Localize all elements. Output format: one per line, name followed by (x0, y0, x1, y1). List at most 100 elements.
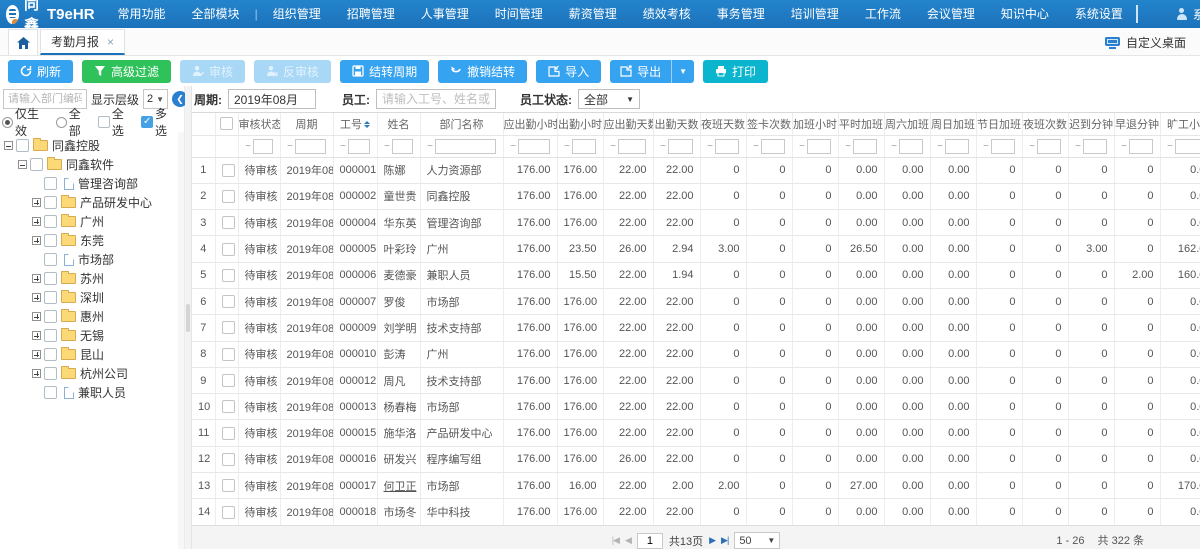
column-filter-input[interactable] (348, 139, 370, 154)
checkbox-icon[interactable] (222, 427, 235, 440)
checkbox-icon[interactable] (222, 400, 235, 413)
menu-item-10[interactable]: 工作流 (852, 0, 914, 28)
page-size-select[interactable]: 50 ▼ (734, 532, 780, 549)
menu-item-13[interactable]: 系统设置 (1062, 0, 1136, 28)
column-header-6[interactable]: 出勤小时 (557, 113, 603, 135)
column-filter-input[interactable] (1037, 139, 1061, 154)
carryover-period-button[interactable]: 结转周期 (340, 60, 429, 83)
table-row[interactable]: 8待审核2019年08月000010彭涛广州176.00176.0022.002… (192, 341, 1200, 367)
sidebar-splitter[interactable] (185, 86, 192, 549)
column-filter-input[interactable] (253, 139, 273, 154)
menu-item-0[interactable]: 常用功能 (105, 0, 179, 28)
page-number-input[interactable] (637, 533, 663, 549)
collapse-icon[interactable] (4, 141, 13, 150)
row-select-cell[interactable] (215, 367, 238, 393)
row-select-cell[interactable] (215, 341, 238, 367)
tab-attendance-monthly-report[interactable]: 考勤月报 × (40, 29, 125, 55)
tree-node-10[interactable]: 无锡 (0, 326, 184, 345)
checkbox-icon[interactable] (44, 291, 57, 304)
column-header-15[interactable]: 节日加班 (976, 113, 1022, 135)
checkbox-icon[interactable] (222, 190, 235, 203)
column-header-0[interactable]: 审核状态 (238, 113, 280, 135)
checkbox-icon[interactable] (222, 243, 235, 256)
period-input[interactable] (228, 89, 316, 109)
column-filter-input[interactable] (668, 139, 693, 154)
collapse-icon[interactable] (18, 160, 27, 169)
expand-icon[interactable] (32, 331, 41, 340)
menu-item-1[interactable]: 全部模块 (179, 0, 253, 28)
checkbox-icon[interactable] (222, 269, 235, 282)
column-filter-input[interactable] (435, 139, 496, 154)
table-row[interactable]: 6待审核2019年08月000007罗俊市场部176.00176.0022.00… (192, 288, 1200, 314)
column-filter-input[interactable] (899, 139, 923, 154)
tree-node-6[interactable]: 市场部 (0, 250, 184, 269)
advanced-filter-button[interactable]: 高级过滤 (82, 60, 171, 83)
close-icon[interactable]: × (107, 35, 114, 49)
expand-icon[interactable] (32, 217, 41, 226)
column-header-19[interactable]: 旷工小时 (1160, 113, 1200, 135)
table-row[interactable]: 5待审核2019年08月000006麦德豪兼职人员176.0015.5022.0… (192, 262, 1200, 288)
table-row[interactable]: 7待审核2019年08月000009刘学明技术支持部176.00176.0022… (192, 315, 1200, 341)
refresh-button[interactable]: 刷新 (8, 60, 73, 83)
row-select-cell[interactable] (215, 183, 238, 209)
column-header-5[interactable]: 应出勤小时 (503, 113, 557, 135)
checkbox-icon[interactable] (222, 348, 235, 361)
employee-search-input[interactable] (376, 89, 496, 109)
table-row[interactable]: 11待审核2019年08月000015施华洛产品研发中心176.00176.00… (192, 420, 1200, 446)
checkbox-icon[interactable] (222, 295, 235, 308)
menu-item-9[interactable]: 培训管理 (778, 0, 852, 28)
column-filter-input[interactable] (572, 139, 596, 154)
column-filter-input[interactable] (1129, 139, 1153, 154)
column-header-12[interactable]: 平时加班 (838, 113, 884, 135)
export-dropdown-caret[interactable]: ▼ (671, 60, 694, 83)
column-header-14[interactable]: 周日加班 (930, 113, 976, 135)
checkbox-icon[interactable] (44, 215, 57, 228)
checkbox-icon[interactable] (30, 158, 43, 171)
checkbox-icon[interactable] (222, 164, 235, 177)
menu-item-11[interactable]: 会议管理 (914, 0, 988, 28)
column-header-4[interactable]: 部门名称 (420, 113, 503, 135)
column-header-3[interactable]: 姓名 (377, 113, 420, 135)
menu-item-7[interactable]: 绩效考核 (630, 0, 704, 28)
column-filter-input[interactable] (1175, 139, 1200, 154)
last-page-icon[interactable]: ▶| (721, 536, 728, 545)
column-header-18[interactable]: 早退分钟 (1114, 113, 1160, 135)
checkbox-icon[interactable] (44, 272, 57, 285)
checkbox-icon[interactable] (222, 216, 235, 229)
table-row[interactable]: 12待审核2019年08月000016研发兴程序编写组176.00176.002… (192, 446, 1200, 472)
checkbox-icon[interactable] (44, 329, 57, 342)
checkbox-icon[interactable] (44, 196, 57, 209)
menu-item-12[interactable]: 知识中心 (988, 0, 1062, 28)
column-header-7[interactable]: 应出勤天数 (603, 113, 653, 135)
checkbox-icon[interactable] (220, 117, 233, 130)
expand-icon[interactable] (32, 274, 41, 283)
checkbox-icon[interactable] (44, 348, 57, 361)
row-select-cell[interactable] (215, 288, 238, 314)
audit-button[interactable]: 审核 (180, 60, 245, 83)
column-header-11[interactable]: 加班小时 (792, 113, 838, 135)
tree-node-1[interactable]: 同鑫软件 (0, 155, 184, 174)
checkbox-icon[interactable] (16, 139, 29, 152)
column-filter-input[interactable] (761, 139, 785, 154)
row-select-cell[interactable] (215, 262, 238, 288)
checkbox-icon[interactable] (44, 177, 57, 190)
expand-icon[interactable] (32, 350, 41, 359)
tree-node-3[interactable]: 产品研发中心 (0, 193, 184, 212)
column-filter-input[interactable] (807, 139, 831, 154)
table-row[interactable]: 4待审核2019年08月000005叶彩玲广州176.0023.5026.002… (192, 236, 1200, 262)
column-header-10[interactable]: 签卡次数 (746, 113, 792, 135)
column-filter-input[interactable] (618, 139, 646, 154)
tree-node-4[interactable]: 广州 (0, 212, 184, 231)
tree-node-2[interactable]: 管理咨询部 (0, 174, 184, 193)
expand-icon[interactable] (32, 293, 41, 302)
undo-carryover-button[interactable]: 撤销结转 (438, 60, 527, 83)
menu-item-5[interactable]: 时间管理 (482, 0, 556, 28)
row-select-cell[interactable] (215, 499, 238, 525)
row-select-cell[interactable] (215, 210, 238, 236)
column-filter-input[interactable] (991, 139, 1015, 154)
tree-node-12[interactable]: 杭州公司 (0, 364, 184, 383)
checkbox-icon[interactable] (222, 506, 235, 519)
tree-node-8[interactable]: 深圳 (0, 288, 184, 307)
table-row[interactable]: 10待审核2019年08月000013杨春梅市场部176.00176.0022.… (192, 394, 1200, 420)
tree-node-11[interactable]: 昆山 (0, 345, 184, 364)
